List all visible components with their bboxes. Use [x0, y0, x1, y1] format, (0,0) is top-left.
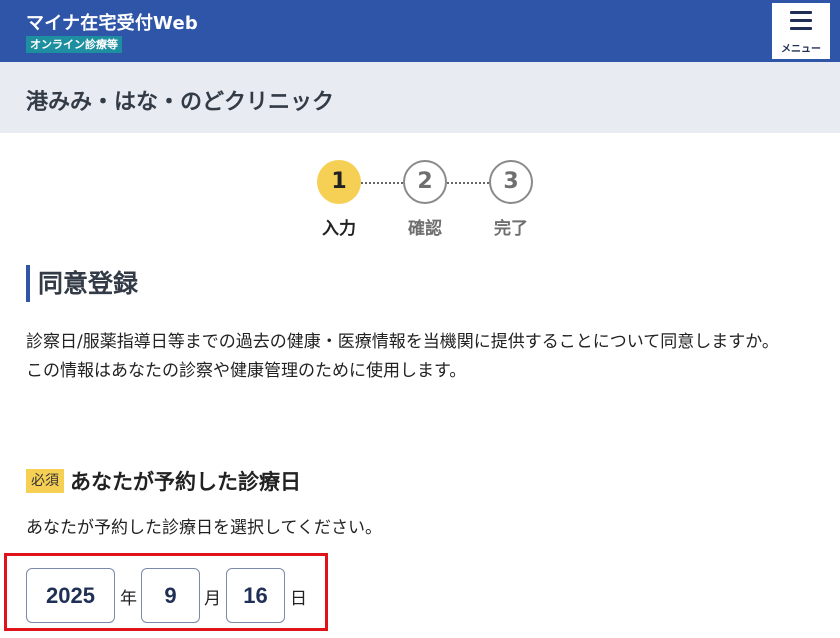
month-unit-label: 月	[204, 589, 221, 609]
header-bar: マイナ在宅受付Web オンライン診療等 メニュー	[0, 0, 840, 62]
year-unit-label: 年	[120, 589, 137, 609]
progress-steps: 1 2 3 入力 確認 完了	[0, 160, 840, 240]
month-select[interactable]: 9	[141, 568, 200, 623]
clinic-banner: 港みみ・はな・のどクリニック	[0, 62, 840, 133]
section-title: 同意登録	[26, 265, 138, 302]
day-unit-label: 日	[290, 589, 307, 609]
question-title: あなたが予約した診療日	[70, 470, 301, 494]
step-3-label: 完了	[494, 219, 528, 239]
step-1-circle: 1	[317, 160, 361, 204]
app-title[interactable]: マイナ在宅受付Web	[26, 9, 198, 35]
step-3-circle: 3	[489, 160, 533, 204]
question-description: あなたが予約した診療日を選択してください。	[26, 518, 382, 538]
step-connector	[447, 182, 489, 184]
consent-text: 診察日/服薬指導日等までの過去の健康・医療情報を当機関に提供することについて同意…	[26, 328, 826, 386]
step-connector	[361, 182, 403, 184]
consent-line-1: 診察日/服薬指導日等までの過去の健康・医療情報を当機関に提供することについて同意…	[26, 332, 779, 352]
year-select[interactable]: 2025	[26, 568, 115, 623]
step-2-label: 確認	[408, 219, 442, 239]
step-2-circle: 2	[403, 160, 447, 204]
app-subtitle-badge: オンライン診療等	[26, 36, 122, 53]
menu-button[interactable]: メニュー	[772, 3, 830, 59]
required-badge: 必須	[26, 469, 64, 493]
day-select[interactable]: 16	[226, 568, 285, 623]
step-1-label: 入力	[322, 219, 356, 239]
menu-label: メニュー	[781, 44, 821, 55]
date-selector-highlight: 2025 年 9 月 16 日	[4, 553, 328, 631]
clinic-name: 港みみ・はな・のどクリニック	[26, 90, 335, 115]
question-heading: 必須 あなたが予約した診療日	[26, 466, 301, 496]
consent-line-2: この情報はあなたの診察や健康管理のために使用します。	[26, 361, 467, 381]
hamburger-icon	[790, 11, 812, 35]
